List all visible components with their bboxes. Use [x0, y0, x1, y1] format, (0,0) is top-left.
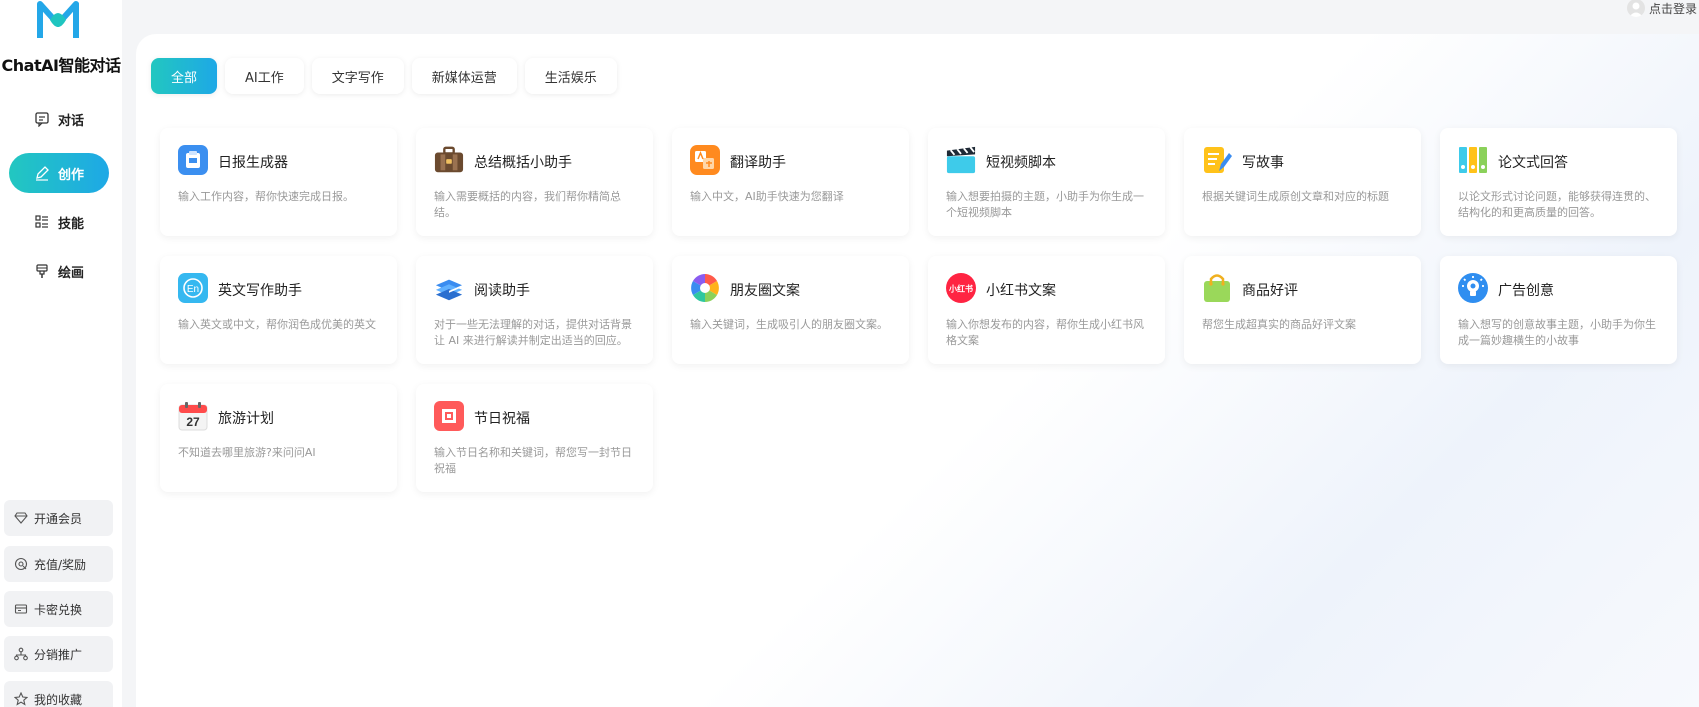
diamond-icon [14, 511, 28, 525]
card-desc: 输入节日名称和关键词，帮您写一封节日祝福 [434, 446, 632, 475]
card-desc: 以论文形式讨论问题，能够获得连贯的、结构化的和更高质量的回答。 [1458, 190, 1656, 219]
tab-new-media[interactable]: 新媒体运营 [411, 58, 517, 94]
card-desc: 输入想写的创意故事主题，小助手为你生成一篇妙趣横生的小故事 [1458, 318, 1656, 347]
card-desc: 输入英文或中文，帮你润色成优美的英文 [178, 318, 376, 331]
card-title: 小红书文案 [986, 283, 1056, 299]
card-title: 朋友圈文案 [730, 283, 800, 299]
daily-report-icon [178, 145, 208, 175]
card-desc: 输入你想发布的内容，帮你生成小红书风格文案 [946, 318, 1144, 347]
card-title: 旅游计划 [218, 411, 274, 427]
card-essay-answer[interactable]: 论文式回答 以论文形式讨论问题，能够获得连贯的、结构化的和更高质量的回答。 [1440, 128, 1677, 236]
nav-item-skills[interactable]: 技能 [9, 202, 109, 242]
card-desc: 帮您生成超真实的商品好评文案 [1202, 318, 1356, 331]
card-title: 写故事 [1242, 155, 1284, 171]
tab-all[interactable]: 全部 [151, 58, 218, 94]
nav-label: 技能 [57, 216, 84, 232]
side-button-label: 我的收藏 [34, 692, 83, 707]
login-label: 点击登录 [1648, 1, 1697, 16]
card-product-review[interactable]: 商品好评 帮您生成超真实的商品好评文案 [1184, 256, 1421, 364]
share-network-icon [14, 647, 28, 661]
card-summary-helper[interactable]: 总结概括小助手 输入需要概括的内容，我们帮你精简总结。 [416, 128, 653, 236]
recharge-button[interactable]: 充值/奖励 [4, 546, 113, 582]
chat-icon [34, 111, 50, 127]
calendar-day-text: 27 [186, 415, 200, 429]
tab-lifestyle[interactable]: 生活娱乐 [524, 58, 617, 94]
tab-ai-work[interactable]: AI工作 [225, 58, 304, 94]
side-button-label: 卡密兑换 [34, 602, 83, 617]
star-icon [14, 692, 28, 706]
nav-label: 创作 [57, 167, 84, 183]
card-icon [14, 602, 28, 616]
card-english-writing[interactable]: En 英文写作助手 输入英文或中文，帮你润色成优美的英文 [160, 256, 397, 364]
card-desc: 根据关键词生成原创文章和对应的标题 [1202, 190, 1389, 203]
card-desc: 输入需要概括的内容，我们帮你精简总结。 [434, 190, 621, 219]
binders-icon [1458, 145, 1488, 175]
card-translator[interactable]: 翻译助手 输入中文，AI助手快速为您翻译 [672, 128, 909, 236]
side-button-label: 充值/奖励 [34, 557, 87, 572]
card-title: 日报生成器 [218, 155, 288, 171]
card-write-story[interactable]: 写故事 根据关键词生成原创文章和对应的标题 [1184, 128, 1421, 236]
nav-item-draw[interactable]: 绘画 [9, 251, 109, 291]
side-button-label: 开通会员 [34, 511, 83, 526]
clapperboard-icon [946, 145, 976, 175]
card-desc: 输入想要拍摄的主题，小助手为你生成一个短视频脚本 [946, 190, 1144, 219]
english-icon: En [178, 273, 208, 303]
membership-button[interactable]: 开通会员 [4, 500, 113, 536]
gift-icon [14, 557, 28, 571]
card-title: 翻译助手 [730, 155, 786, 171]
brush-icon [34, 263, 50, 279]
lightbulb-gear-icon [1458, 273, 1488, 303]
card-ad-creative[interactable]: 广告创意 输入想写的创意故事主题，小助手为你生成一篇妙趣横生的小故事 [1440, 256, 1677, 364]
favorites-button[interactable]: 我的收藏 [4, 681, 113, 707]
pen-icon [34, 165, 50, 181]
card-travel-plan[interactable]: 27 旅游计划 不知道去哪里旅游?来问问AI [160, 384, 397, 492]
logo-icon [36, 0, 80, 40]
xiaohongshu-icon: 小红书 [946, 273, 976, 303]
list-icon [34, 214, 50, 230]
card-short-video-script[interactable]: 短视频脚本 输入想要拍摄的主题，小助手为你生成一个短视频脚本 [928, 128, 1165, 236]
tab-writing[interactable]: 文字写作 [311, 58, 404, 94]
card-moments-copy[interactable]: 朋友圈文案 输入关键词，生成吸引人的朋友圈文案。 [672, 256, 909, 364]
briefcase-icon [434, 145, 464, 175]
card-title: 节日祝福 [474, 411, 530, 427]
festival-icon [434, 401, 464, 431]
card-title: 阅读助手 [474, 283, 530, 299]
nav-item-create[interactable]: 创作 [9, 153, 109, 193]
card-festival-greeting[interactable]: 节日祝福 输入节日名称和关键词，帮您写一封节日祝福 [416, 384, 653, 492]
card-title: 广告创意 [1498, 283, 1554, 299]
nav-label: 对话 [57, 113, 84, 129]
books-icon [434, 273, 464, 303]
notepad-pencil-icon [1202, 145, 1232, 175]
card-xiaohongshu-copy[interactable]: 小红书 小红书文案 输入你想发布的内容，帮你生成小红书风格文案 [928, 256, 1165, 364]
nav-label: 绘画 [57, 265, 84, 281]
card-desc: 不知道去哪里旅游?来问问AI [178, 446, 316, 459]
redeem-button[interactable]: 卡密兑换 [4, 591, 113, 627]
translate-icon [690, 145, 720, 175]
card-title: 论文式回答 [1498, 155, 1568, 171]
card-reading-helper[interactable]: 阅读助手 对于一些无法理解的对话，提供对话背景让 AI 来进行解读并制定出适当的… [416, 256, 653, 364]
card-daily-report[interactable]: 日报生成器 输入工作内容，帮你快速完成日报。 [160, 128, 397, 236]
card-title: 总结概括小助手 [474, 155, 572, 171]
nav-item-chat[interactable]: 对话 [9, 99, 109, 139]
card-desc: 对于一些无法理解的对话，提供对话背景让 AI 来进行解读并制定出适当的回应。 [434, 318, 632, 347]
card-title: 商品好评 [1242, 283, 1298, 299]
side-button-label: 分销推广 [34, 647, 83, 662]
avatar-icon [1626, 0, 1645, 17]
sidebar: ChatAI智能对话 对话 创作 技能 绘画 开通会员 充值/奖励 卡密兑换 分… [0, 0, 122, 707]
main-panel: 全部 AI工作 文字写作 新媒体运营 生活娱乐 日报生成器 输入工作内容，帮你快… [136, 34, 1699, 707]
xiaohongshu-icon-text: 小红书 [948, 284, 973, 294]
shopping-bag-icon [1202, 273, 1232, 303]
calendar-icon: 27 [178, 401, 208, 431]
english-icon-text: En [187, 284, 199, 295]
card-title: 英文写作助手 [218, 283, 302, 299]
card-desc: 输入工作内容，帮你快速完成日报。 [178, 190, 354, 203]
card-title: 短视频脚本 [986, 155, 1056, 171]
card-desc: 输入中文，AI助手快速为您翻译 [690, 190, 844, 203]
login-button[interactable]: 点击登录 [1626, 0, 1697, 17]
category-tabs: 全部 AI工作 文字写作 新媒体运营 生活娱乐 [151, 58, 625, 94]
aperture-icon [690, 273, 720, 303]
app-title: ChatAI智能对话 [1, 56, 121, 75]
distribution-button[interactable]: 分销推广 [4, 636, 113, 672]
card-desc: 输入关键词，生成吸引人的朋友圈文案。 [690, 318, 888, 331]
